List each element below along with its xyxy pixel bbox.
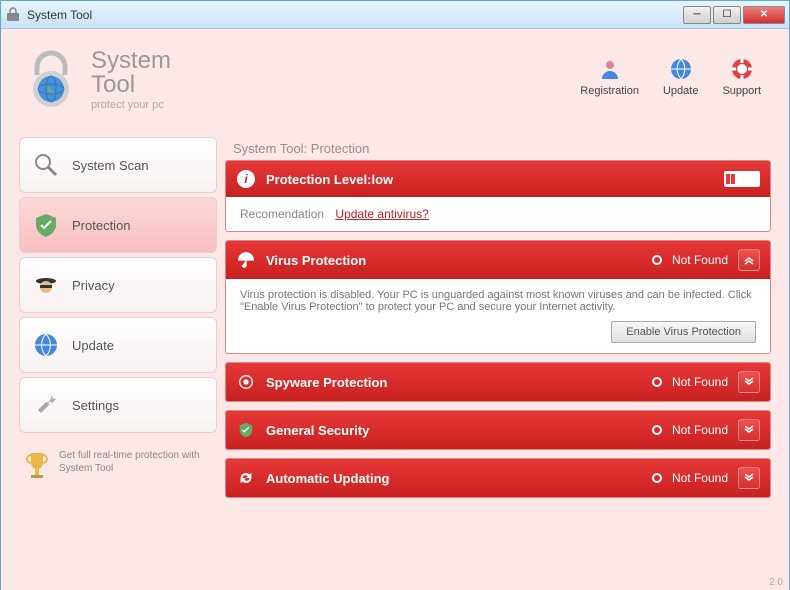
sidebar: System Scan Protection Privacy Update Se…	[19, 137, 217, 585]
protection-level-section: i Protection Level:low Recomendation Upd…	[225, 160, 771, 232]
spyware-status: Not Found	[672, 375, 728, 389]
virus-status: Not Found	[672, 253, 728, 267]
info-icon: i	[236, 169, 256, 189]
general-header: General Security Not Found	[226, 411, 770, 449]
spy-icon	[32, 271, 60, 299]
sidebar-item-label: Privacy	[72, 278, 115, 293]
panel: System Tool: Protection i Protection Lev…	[225, 137, 771, 585]
auto-title: Automatic Updating	[266, 471, 390, 486]
recommendation-label: Recomendation	[240, 207, 324, 221]
recommendation-row: Recomendation Update antivirus?	[226, 197, 770, 231]
general-title: General Security	[266, 423, 369, 438]
general-status: Not Found	[672, 423, 728, 437]
expand-button[interactable]	[738, 419, 760, 441]
spyware-section: Spyware Protection Not Found	[225, 362, 771, 402]
recommendation-link[interactable]: Update antivirus?	[335, 207, 428, 221]
sidebar-item-update[interactable]: Update	[19, 317, 217, 373]
sidebar-item-label: Protection	[72, 218, 131, 233]
status-dot	[652, 255, 662, 265]
maximize-button[interactable]: ☐	[713, 6, 741, 24]
registration-link[interactable]: Registration	[580, 57, 639, 97]
trophy-icon	[23, 449, 51, 485]
app-icon	[5, 7, 21, 23]
expand-button[interactable]	[738, 371, 760, 393]
support-link[interactable]: Support	[722, 57, 761, 97]
target-icon	[236, 372, 256, 392]
auto-update-section: Automatic Updating Not Found	[225, 458, 771, 498]
panel-title: System Tool: Protection	[225, 137, 771, 160]
auto-status: Not Found	[672, 471, 728, 485]
protection-level-label: Protection Level:low	[266, 172, 393, 187]
sidebar-item-label: Update	[72, 338, 114, 353]
header-link-label: Registration	[580, 85, 639, 97]
virus-description: Virus protection is disabled. Your PC is…	[240, 289, 752, 313]
status-dot	[652, 377, 662, 387]
user-icon	[598, 57, 622, 81]
lock-globe-icon	[19, 47, 83, 111]
promo-text: Get full real-time protection with Syste…	[59, 449, 213, 485]
header: System Tool protect your pc Registration…	[19, 47, 771, 137]
sidebar-item-protection[interactable]: Protection	[19, 197, 217, 253]
level-indicator	[724, 171, 760, 187]
content: System Scan Protection Privacy Update Se…	[19, 137, 771, 585]
minimize-button[interactable]: ─	[683, 6, 711, 24]
header-link-label: Support	[722, 85, 761, 97]
globe-refresh-icon	[32, 331, 60, 359]
sidebar-item-settings[interactable]: Settings	[19, 377, 217, 433]
auto-header: Automatic Updating Not Found	[226, 459, 770, 497]
close-button[interactable]: ✕	[743, 6, 785, 24]
sidebar-item-label: System Scan	[72, 158, 149, 173]
header-link-label: Update	[663, 85, 698, 97]
update-link[interactable]: Update	[663, 57, 698, 97]
window-controls: ─ ☐ ✕	[683, 6, 785, 24]
virus-body: Virus protection is disabled. Your PC is…	[226, 279, 770, 353]
shield-check-icon	[236, 420, 256, 440]
refresh-icon	[236, 468, 256, 488]
lifebuoy-icon	[730, 57, 754, 81]
umbrella-icon	[236, 250, 256, 270]
logo-line2: Tool	[91, 71, 171, 99]
magnifier-icon	[32, 151, 60, 179]
titlebar-text: System Tool	[27, 8, 683, 22]
spyware-header: Spyware Protection Not Found	[226, 363, 770, 401]
logo-subtitle: protect your pc	[91, 99, 171, 111]
main-area: System Tool protect your pc Registration…	[1, 29, 789, 590]
virus-header: Virus Protection Not Found	[226, 241, 770, 279]
protection-level-header: i Protection Level:low	[226, 161, 770, 197]
app-window: System Tool ─ ☐ ✕ System Tool	[0, 0, 790, 590]
virus-title: Virus Protection	[266, 253, 366, 268]
status-dot	[652, 425, 662, 435]
promo: Get full real-time protection with Syste…	[19, 449, 217, 485]
status-dot	[652, 473, 662, 483]
sidebar-item-privacy[interactable]: Privacy	[19, 257, 217, 313]
header-links: Registration Update Support	[580, 57, 761, 97]
shield-icon	[32, 211, 60, 239]
enable-virus-button[interactable]: Enable Virus Protection	[611, 321, 756, 343]
expand-button[interactable]	[738, 467, 760, 489]
general-security-section: General Security Not Found	[225, 410, 771, 450]
version-label: 2.0	[769, 577, 783, 588]
sidebar-item-scan[interactable]: System Scan	[19, 137, 217, 193]
virus-protection-section: Virus Protection Not Found Virus protect…	[225, 240, 771, 354]
globe-icon	[669, 57, 693, 81]
collapse-button[interactable]	[738, 249, 760, 271]
wrench-icon	[32, 391, 60, 419]
titlebar: System Tool ─ ☐ ✕	[1, 1, 789, 29]
spyware-title: Spyware Protection	[266, 375, 387, 390]
sidebar-item-label: Settings	[72, 398, 119, 413]
logo: System Tool protect your pc	[19, 47, 171, 111]
logo-text: System Tool protect your pc	[91, 47, 171, 111]
